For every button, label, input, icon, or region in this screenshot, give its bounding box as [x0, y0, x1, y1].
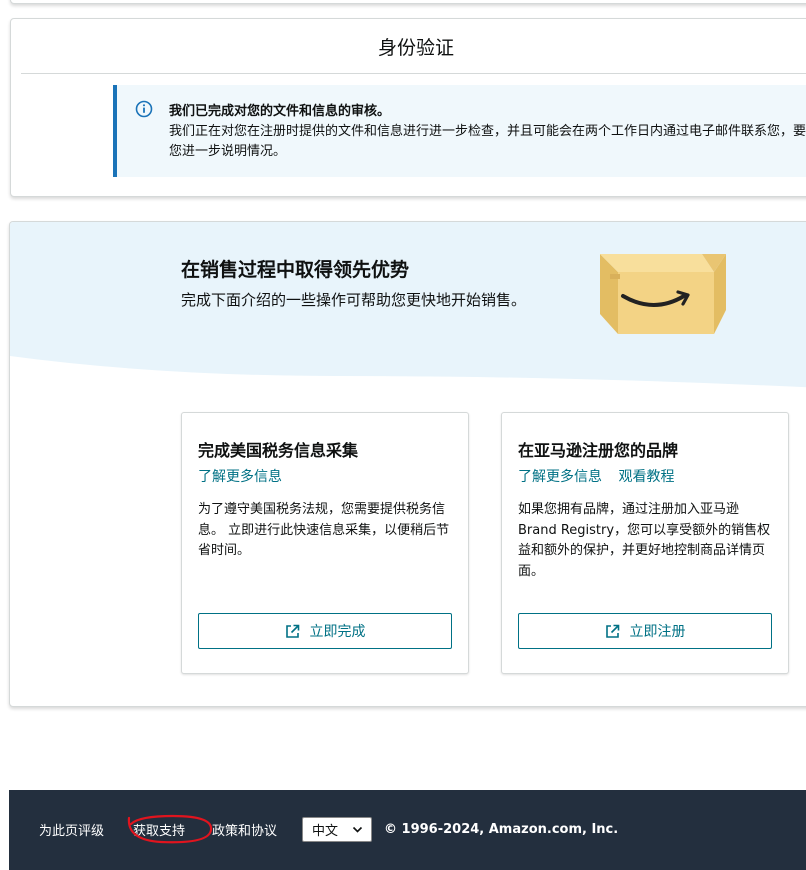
task-links: 了解更多信息 观看教程 [518, 466, 686, 486]
amazon-box-icon [600, 254, 726, 334]
chevron-down-icon [352, 826, 363, 833]
previous-card-edge [10, 0, 806, 4]
language-value: 中文 [312, 824, 339, 839]
learn-more-link[interactable]: 了解更多信息 [518, 469, 602, 485]
external-link-icon [285, 624, 299, 638]
task-links: 了解更多信息 [198, 466, 294, 486]
brand-registry-task-card: 在亚马逊注册您的品牌 了解更多信息 观看教程 如果您拥有品牌，通过注册加入亚马逊… [501, 412, 789, 674]
get-support-link[interactable]: 获取支持 [133, 820, 185, 839]
alert-body: 我们正在对您在注册时提供的文件和信息进行进一步检查，并且可能会在两个工作日内通过… [169, 124, 806, 159]
policies-link[interactable]: 政策和协议 [212, 820, 277, 839]
page-footer: 为此页评级 获取支持 政策和协议 中文 © 1996-2024, Amazon.… [9, 790, 806, 870]
button-label: 立即注册 [629, 624, 686, 640]
copyright-text: © 1996-2024, Amazon.com, Inc. [384, 822, 619, 837]
tax-info-task-card: 完成美国税务信息采集 了解更多信息 为了遵守美国税务法规，您需要提供税务信息。 … [181, 412, 469, 674]
alert-text: 我们已完成对您的文件和信息的审核。 我们正在对您在注册时提供的文件和信息进行进一… [169, 102, 806, 162]
promo-subtitle: 完成下面介绍的一些操作可帮助您更快地开始销售。 [181, 291, 527, 309]
button-label: 立即完成 [309, 624, 366, 640]
review-complete-alert: 我们已完成对您的文件和信息的审核。 我们正在对您在注册时提供的文件和信息进行进一… [113, 85, 806, 177]
info-icon [135, 100, 153, 118]
verification-title: 身份验证 [21, 19, 806, 74]
register-now-button[interactable]: 立即注册 [518, 613, 772, 649]
task-description: 为了遵守美国税务法规，您需要提供税务信息。 立即进行此快速信息采集，以便稍后节省… [198, 502, 450, 558]
promo-title: 在销售过程中取得领先优势 [181, 259, 410, 281]
task-title: 完成美国税务信息采集 [198, 441, 359, 460]
identity-verification-card: 身份验证 我们已完成对您的文件和信息的审核。 我们正在对您在注册时提供的文件和信… [10, 18, 806, 197]
selling-head-start-card: 在销售过程中取得领先优势 完成下面介绍的一些操作可帮助您更快地开始销售。 完成美… [9, 221, 806, 707]
task-description: 如果您拥有品牌，通过注册加入亚马逊 Brand Registry，您可以享受额外… [518, 502, 771, 579]
learn-more-link[interactable]: 了解更多信息 [198, 469, 282, 485]
complete-now-button[interactable]: 立即完成 [198, 613, 452, 649]
language-select[interactable]: 中文 [302, 817, 372, 842]
rate-page-link[interactable]: 为此页评级 [39, 820, 104, 839]
alert-heading: 我们已完成对您的文件和信息的审核。 [169, 104, 391, 119]
watch-tutorial-link[interactable]: 观看教程 [618, 469, 674, 485]
external-link-icon [605, 624, 619, 638]
task-title: 在亚马逊注册您的品牌 [518, 441, 679, 460]
